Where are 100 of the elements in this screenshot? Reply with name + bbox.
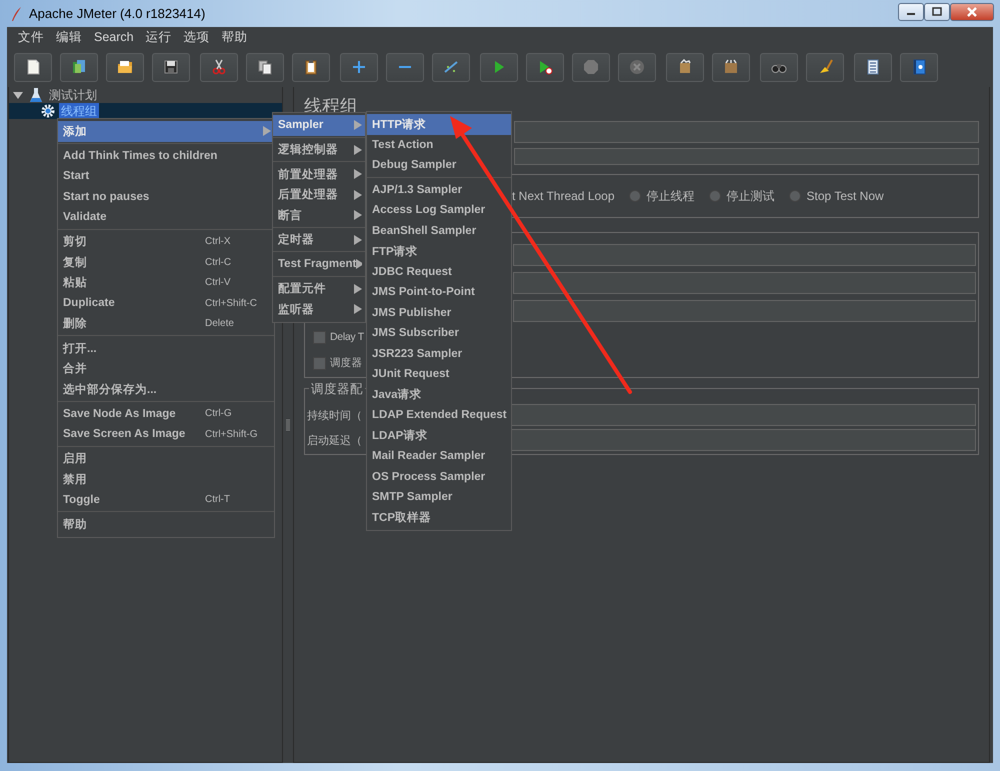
menu-item[interactable]: 合并	[58, 358, 274, 379]
menu-item[interactable]: 启用	[58, 448, 274, 469]
start-button[interactable]	[480, 52, 518, 82]
minimize-button[interactable]	[898, 2, 924, 20]
menu-item[interactable]: JSR223 Sampler	[367, 344, 511, 364]
menu-item[interactable]: Validate	[58, 207, 274, 228]
menu-item[interactable]: 选中部分保存为...	[58, 379, 274, 400]
menu-item[interactable]: LDAP Extended Request	[367, 405, 511, 426]
stop-button[interactable]	[572, 52, 610, 82]
reset-search-button[interactable]	[806, 52, 844, 82]
radio-button[interactable]	[708, 190, 721, 202]
menu-item[interactable]: JUnit Request	[367, 364, 511, 384]
expand-icon[interactable]	[13, 90, 23, 100]
menu-item[interactable]: Start no pauses	[58, 186, 274, 207]
comment-field[interactable]	[514, 148, 979, 165]
menu-item[interactable]: Mail Reader Sampler	[367, 446, 511, 466]
menu-item[interactable]: Test Fragment	[273, 254, 365, 274]
maximize-button[interactable]	[924, 2, 950, 20]
name-field[interactable]	[514, 121, 979, 143]
menu-item[interactable]: Toggle Ctrl-T	[58, 490, 274, 510]
menu-item[interactable]: 粘贴 Ctrl-V	[58, 272, 274, 293]
text-field[interactable]	[513, 300, 976, 322]
menu-item[interactable]: 编辑	[50, 28, 88, 46]
save-button[interactable]	[152, 52, 190, 82]
menu-item[interactable]: Debug Sampler	[367, 155, 511, 176]
menu-item[interactable]: 运行	[140, 28, 178, 46]
menu-item[interactable]: 前置处理器	[273, 164, 365, 184]
menu-item[interactable]: TCP取样器	[367, 508, 511, 528]
toggle-button[interactable]	[432, 52, 470, 82]
menu-item[interactable]: HTTP请求	[367, 114, 511, 134]
menu-item[interactable]: JMS Subscriber	[367, 323, 511, 344]
menu-item[interactable]: Access Log Sampler	[367, 200, 511, 220]
menu-item[interactable]: AJP/1.3 Sampler	[367, 180, 511, 200]
field-label: 持续时间（	[307, 408, 362, 422]
menu-item[interactable]: 添加	[58, 121, 274, 142]
menu-item[interactable]: 配置元件	[273, 278, 365, 299]
text-field[interactable]	[513, 272, 976, 294]
search-button[interactable]	[760, 52, 798, 82]
menu-item[interactable]: 选项	[178, 28, 216, 46]
menu-item[interactable]: Search	[88, 30, 140, 44]
menu-item[interactable]: FTP请求	[367, 241, 511, 262]
close-button[interactable]	[950, 2, 994, 20]
play-no-entry-icon	[537, 59, 553, 75]
text-field[interactable]	[513, 244, 976, 266]
menu-item[interactable]: Start	[58, 166, 274, 186]
menu-item[interactable]: Duplicate Ctrl+Shift-C	[58, 293, 274, 314]
plus-icon	[351, 59, 367, 75]
splitter-handle-icon[interactable]	[286, 419, 290, 431]
menu-item[interactable]: Java请求	[367, 384, 511, 405]
octagon-icon	[583, 59, 599, 75]
menu-item[interactable]: LDAP请求	[367, 426, 511, 446]
menu-item[interactable]: JDBC Request	[367, 262, 511, 282]
menu-item[interactable]: 打开...	[58, 338, 274, 358]
menu-item[interactable]: 后置处理器	[273, 184, 365, 205]
tree-item[interactable]: 测试计划	[47, 86, 99, 104]
open-button[interactable]	[106, 52, 144, 82]
menu-item[interactable]: BeanShell Sampler	[367, 220, 511, 241]
log-button[interactable]	[854, 52, 892, 82]
new-button[interactable]	[14, 52, 52, 82]
menu-item[interactable]: OS Process Sampler	[367, 466, 511, 487]
menu-item[interactable]: 定时器	[273, 230, 365, 250]
radio-button[interactable]	[788, 190, 801, 202]
menu-item[interactable]: 监听器	[273, 299, 365, 320]
copy-button[interactable]	[246, 52, 284, 82]
menu-item[interactable]: Sampler	[273, 115, 365, 136]
menu-item[interactable]: Save Node As Image Ctrl-G	[58, 404, 274, 424]
window-title: Apache JMeter (4.0 r1823414)	[29, 6, 206, 21]
checkbox[interactable]	[313, 330, 326, 344]
start-no-pauses-button[interactable]	[526, 52, 564, 82]
menu-item[interactable]: Add Think Times to children	[58, 146, 274, 166]
circle-x-icon	[629, 59, 645, 75]
menu-item[interactable]: 复制 Ctrl-C	[58, 252, 274, 272]
menu-item[interactable]: 剪切 Ctrl-X	[58, 232, 274, 252]
menu-item[interactable]: JMS Point-to-Point	[367, 282, 511, 302]
remove-button[interactable]	[386, 52, 424, 82]
radio-button[interactable]	[628, 190, 641, 202]
menu-item[interactable]: 删除 Delete	[58, 314, 274, 334]
clear-button[interactable]	[666, 52, 704, 82]
paste-button[interactable]	[292, 52, 330, 82]
menu-item[interactable]: JMS Publisher	[367, 302, 511, 323]
folder-icon	[117, 59, 133, 75]
template-button[interactable]	[60, 52, 98, 82]
checkbox[interactable]	[313, 356, 326, 370]
menu-item[interactable]: 文件	[12, 28, 50, 46]
menu-item[interactable]: Test Action	[367, 134, 511, 155]
cut-button[interactable]	[200, 52, 238, 82]
menu-item[interactable]: 断言	[273, 205, 365, 226]
menu-item[interactable]: SMTP Sampler	[367, 487, 511, 508]
menu-item[interactable]: Save Screen As Image Ctrl+Shift-G	[58, 424, 274, 444]
menu-item[interactable]: 帮助	[58, 514, 274, 534]
menu-item[interactable]: 帮助	[216, 28, 254, 46]
add-button[interactable]	[340, 52, 378, 82]
clear-all-button[interactable]	[712, 52, 750, 82]
tree-item[interactable]: 线程组	[59, 102, 99, 120]
help-button[interactable]	[900, 52, 938, 82]
menu-item[interactable]: 禁用	[58, 469, 274, 490]
radio-label: Stop Test Now	[806, 189, 884, 203]
menu-item[interactable]: 逻辑控制器	[273, 140, 365, 160]
radio-label: t Next Thread Loop	[512, 189, 615, 203]
shutdown-button[interactable]	[618, 52, 656, 82]
